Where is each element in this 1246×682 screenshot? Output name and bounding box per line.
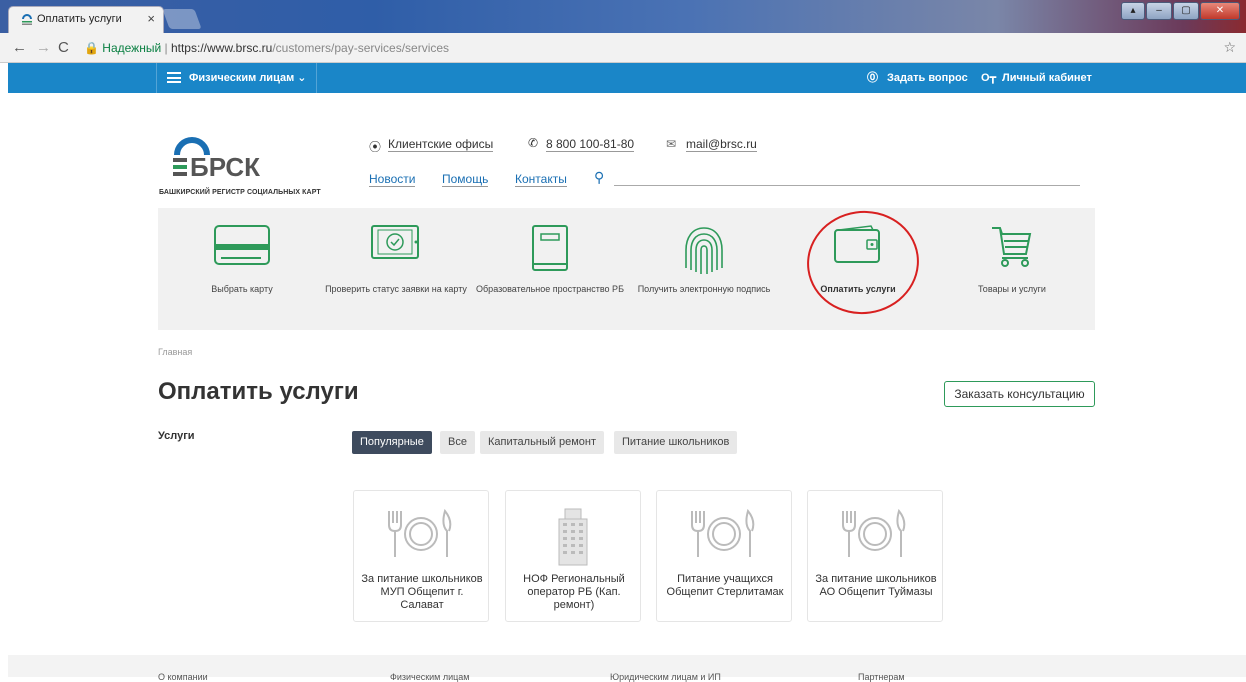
category-label: Получить электронную подпись <box>637 284 771 294</box>
url-base: https://www.brsc.ru <box>170 41 273 55</box>
plate-icon <box>691 509 755 557</box>
chevron-down-icon: ⌄ <box>297 72 307 84</box>
footer-partners[interactable]: Партнерам <box>858 672 905 682</box>
card-icon <box>214 225 270 265</box>
cart-icon <box>992 227 1032 267</box>
url-path: /customers/pay-services/services <box>272 41 450 55</box>
site-favicon-icon <box>22 14 32 25</box>
footer-about[interactable]: О компании <box>158 672 208 682</box>
client-offices-link[interactable]: Клиентские офисы <box>388 137 494 152</box>
fingerprint-icon <box>685 227 723 274</box>
key-icon: O┳ <box>981 72 997 84</box>
filter-popular[interactable]: Популярные <box>352 431 432 454</box>
category-label: Товары и услуги <box>978 284 1046 294</box>
filter-all[interactable]: Все <box>440 431 475 454</box>
nav-help[interactable]: Помощь <box>442 172 489 187</box>
services-label: Услуги <box>158 430 195 442</box>
phone-icon: ✆ <box>528 136 539 150</box>
reload-icon[interactable]: C <box>58 40 69 55</box>
search-icon[interactable]: ⚲ <box>594 169 604 186</box>
plate-icon <box>388 509 452 557</box>
window-user-icon[interactable]: ▴ <box>1121 2 1145 20</box>
address-bar: ← → C 🔒 Надежный | https://www.brsc.ru/c… <box>0 33 1246 63</box>
tab-title: Оплатить услуги <box>37 13 122 25</box>
footer: О компании Физическим лицам Юридическим … <box>8 655 1246 682</box>
tab-close-icon[interactable]: × <box>147 11 155 26</box>
service-card[interactable]: НОФ Региональный оператор РБ (Кап. ремон… <box>505 490 641 622</box>
lock-icon: 🔒 <box>84 41 99 55</box>
phone-link[interactable]: 8 800 100-81-80 <box>546 137 635 152</box>
mail-icon: ✉ <box>666 137 677 151</box>
email-link[interactable]: mail@brsc.ru <box>686 137 757 152</box>
back-icon[interactable]: ← <box>12 40 27 55</box>
question-icon[interactable]: ⓪ <box>867 63 878 93</box>
category-education[interactable]: Образовательное пространство РБ <box>472 208 628 330</box>
svg-text:БРСК: БРСК <box>190 152 260 182</box>
category-check-status[interactable]: Проверить статус заявки на карту <box>318 208 474 330</box>
audience-menu-label: Физическим лицам <box>189 72 295 84</box>
page-title: Оплатить услуги <box>158 378 359 405</box>
category-goods[interactable]: Товары и услуги <box>934 208 1090 330</box>
new-tab-button[interactable] <box>162 9 202 29</box>
search-input[interactable] <box>614 185 1080 186</box>
forward-icon[interactable]: → <box>36 40 51 55</box>
url-field[interactable]: 🔒 Надежный | https://www.brsc.ru/custome… <box>84 38 1224 59</box>
service-title: За питание школьников МУП Общепит г. Сал… <box>361 573 483 611</box>
breadcrumb[interactable]: Главная <box>158 347 192 357</box>
footer-business[interactable]: Юридическим лицам и ИП <box>610 672 721 682</box>
category-label: Выбрать карту <box>211 284 273 294</box>
service-title: За питание школьников АО Общепит Туймазы <box>815 573 937 598</box>
location-pin-icon: ⦿ <box>369 140 382 154</box>
window-close-icon[interactable]: ✕ <box>1200 2 1240 20</box>
service-title: НОФ Региональный оператор РБ (Кап. ремон… <box>523 573 625 611</box>
filter-school-meals[interactable]: Питание школьников <box>614 431 738 454</box>
window-maximize-icon[interactable]: ▢ <box>1173 2 1199 20</box>
category-e-signature[interactable]: Получить электронную подпись <box>626 208 782 330</box>
bookmark-star-icon[interactable]: ☆ <box>1223 39 1236 56</box>
secure-label: Надежный <box>102 41 162 55</box>
category-label: Образовательное пространство РБ <box>476 284 624 294</box>
logo-subtitle: БАШКИРСКИЙ РЕГИСТР СОЦИАЛЬНЫХ КАРТ <box>159 189 321 196</box>
category-strip: Выбрать карту Проверить статус заявки на… <box>158 208 1095 330</box>
category-label: Проверить статус заявки на карту <box>325 284 467 294</box>
service-title: Питание учащихся Общепит Стерлитамак <box>666 573 784 598</box>
browser-tabbar: Оплатить услуги × ▴ – ▢ ✕ <box>0 0 1246 33</box>
ask-question-link[interactable]: Задать вопрос <box>887 63 968 93</box>
brsc-logo[interactable]: БРСК <box>168 136 293 186</box>
tablet-check-icon <box>371 225 419 259</box>
site-top-bar: Физическим лицам ⌄ ⓪ Задать вопрос O┳ Ли… <box>8 63 1246 93</box>
book-icon <box>532 225 568 271</box>
category-choose-card[interactable]: Выбрать карту <box>164 208 320 330</box>
service-card[interactable]: За питание школьников МУП Общепит г. Сал… <box>353 490 489 622</box>
nav-contacts[interactable]: Контакты <box>515 172 567 187</box>
order-consultation-button[interactable]: Заказать консультацию <box>944 381 1095 407</box>
window-controls: ▴ – ▢ ✕ <box>1121 2 1240 20</box>
personal-account-link[interactable]: Личный кабинет <box>1002 63 1092 93</box>
footer-individuals[interactable]: Физическим лицам <box>390 672 470 682</box>
browser-tab[interactable]: Оплатить услуги × <box>8 6 164 33</box>
window-minimize-icon[interactable]: – <box>1146 2 1172 20</box>
plate-icon <box>842 509 906 557</box>
audience-menu[interactable]: Физическим лицам ⌄ <box>156 63 317 93</box>
service-card[interactable]: За питание школьников АО Общепит Туймазы <box>807 490 943 622</box>
nav-news[interactable]: Новости <box>369 172 416 187</box>
hamburger-icon <box>167 72 181 83</box>
service-card[interactable]: Питание учащихся Общепит Стерлитамак <box>656 490 792 622</box>
filter-capital-repair[interactable]: Капитальный ремонт <box>480 431 605 454</box>
building-icon <box>558 508 588 566</box>
